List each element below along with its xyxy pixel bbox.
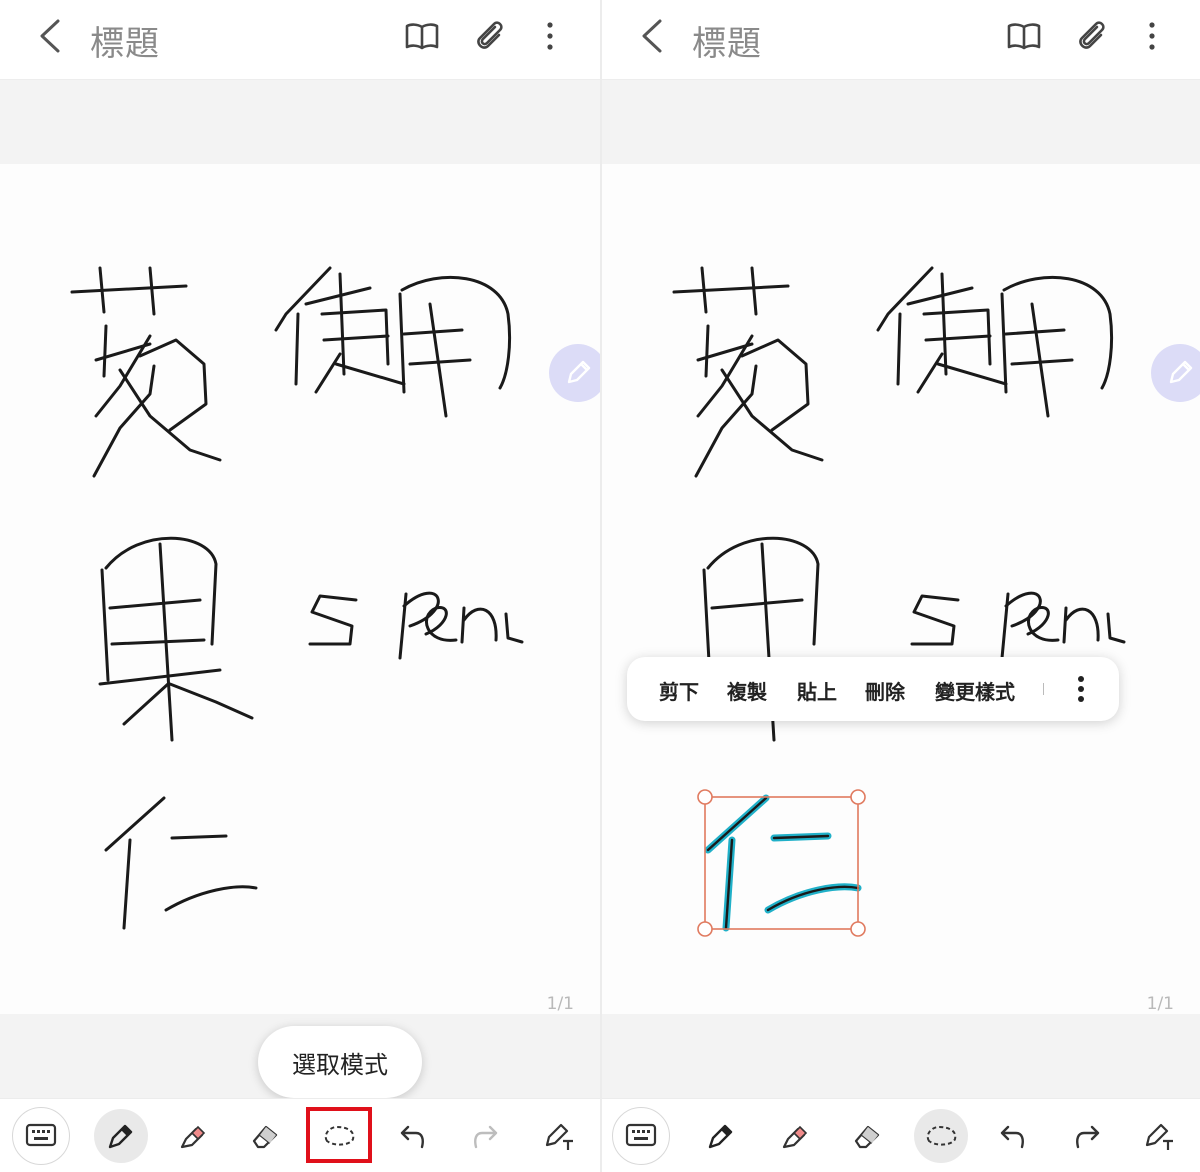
pen-tool[interactable] xyxy=(694,1109,748,1163)
top-app-bar: 標題 xyxy=(0,0,600,80)
eraser-tool[interactable] xyxy=(238,1109,292,1163)
undo-button[interactable] xyxy=(986,1109,1040,1163)
header-margin xyxy=(602,80,1200,164)
reading-mode-button[interactable] xyxy=(402,16,442,56)
back-button[interactable] xyxy=(632,14,672,58)
pen-to-text-button[interactable] xyxy=(1132,1109,1186,1163)
book-icon xyxy=(405,23,439,50)
pen-mode-fab[interactable] xyxy=(1151,344,1200,402)
copy-button[interactable]: 複製 xyxy=(727,676,767,705)
keyboard-icon xyxy=(25,1123,57,1147)
keyboard-button[interactable] xyxy=(12,1107,70,1165)
more-vert-icon xyxy=(1149,22,1155,50)
top-app-bar: 標題 xyxy=(602,0,1200,80)
more-vert-icon xyxy=(547,22,553,50)
highlighter-icon xyxy=(782,1125,808,1149)
selection-mode-tooltip: 選取模式 xyxy=(258,1026,422,1098)
selection-context-menu: 剪下 複製 貼上 刪除 變更樣式 xyxy=(627,657,1119,721)
footer-margin xyxy=(602,1014,1200,1098)
eraser-icon xyxy=(854,1125,880,1149)
attach-button[interactable] xyxy=(470,16,510,56)
menu-separator xyxy=(1043,683,1044,695)
page-indicator: 1/1 xyxy=(546,994,574,1014)
pen-tool[interactable] xyxy=(94,1109,148,1163)
selected-ink xyxy=(704,794,862,932)
selection-tool-highlight xyxy=(306,1107,372,1163)
back-arrow-icon xyxy=(40,19,60,53)
highlighter-tool[interactable] xyxy=(768,1109,822,1163)
selection-tool[interactable] xyxy=(914,1109,968,1163)
drawing-toolbar xyxy=(0,1098,600,1172)
lasso-select-icon xyxy=(926,1125,957,1146)
pen-to-text-button[interactable] xyxy=(532,1109,586,1163)
left-screen: 標題 1/1 選取模式 xyxy=(0,0,600,1172)
back-arrow-icon xyxy=(642,19,662,53)
change-style-button[interactable]: 變更樣式 xyxy=(935,676,1015,705)
more-options-button[interactable] xyxy=(1132,16,1172,56)
note-canvas[interactable]: 1/1 xyxy=(602,164,1200,1014)
pen-text-icon xyxy=(545,1123,573,1150)
header-margin xyxy=(0,80,600,164)
pen-icon xyxy=(108,1124,133,1149)
handwriting-ink xyxy=(672,266,1126,937)
attach-button[interactable] xyxy=(1072,16,1112,56)
delete-button[interactable]: 刪除 xyxy=(865,676,905,705)
more-options-button[interactable] xyxy=(530,16,570,56)
redo-button[interactable] xyxy=(1060,1109,1114,1163)
back-button[interactable] xyxy=(30,14,70,58)
book-icon xyxy=(1007,23,1041,50)
keyboard-icon xyxy=(625,1123,657,1147)
redo-icon xyxy=(474,1125,498,1149)
eraser-tool[interactable] xyxy=(840,1109,894,1163)
undo-button[interactable] xyxy=(386,1109,440,1163)
pen-icon xyxy=(708,1124,733,1149)
more-vert-icon xyxy=(1078,676,1084,702)
paperclip-icon xyxy=(1079,21,1105,49)
page-title[interactable]: 標題 xyxy=(90,16,160,65)
pen-mode-fab[interactable] xyxy=(549,344,600,402)
note-canvas[interactable]: 1/1 xyxy=(0,164,600,1014)
paste-button[interactable]: 貼上 xyxy=(797,676,837,705)
keyboard-button[interactable] xyxy=(612,1107,670,1165)
reading-mode-button[interactable] xyxy=(1004,16,1044,56)
eraser-icon xyxy=(252,1125,278,1149)
undo-icon xyxy=(1000,1125,1024,1149)
page-title[interactable]: 標題 xyxy=(692,16,762,65)
redo-icon xyxy=(1076,1125,1100,1149)
cut-button[interactable]: 剪下 xyxy=(659,676,699,705)
paperclip-icon xyxy=(477,21,503,49)
page-indicator: 1/1 xyxy=(1146,994,1174,1014)
redo-button[interactable] xyxy=(458,1109,512,1163)
selection-frame xyxy=(697,789,866,937)
undo-icon xyxy=(400,1125,424,1149)
highlighter-tool[interactable] xyxy=(166,1109,220,1163)
drawing-toolbar xyxy=(602,1098,1200,1172)
pen-float-icon xyxy=(1169,360,1193,384)
highlighter-icon xyxy=(180,1125,206,1149)
menu-more-button[interactable] xyxy=(1069,671,1093,707)
pen-float-icon xyxy=(567,360,591,384)
handwriting-ink xyxy=(70,266,524,930)
pen-text-icon xyxy=(1145,1123,1173,1150)
right-screen: 標題 1/1 剪下 複製 貼上 刪除 變更樣式 xyxy=(602,0,1200,1172)
